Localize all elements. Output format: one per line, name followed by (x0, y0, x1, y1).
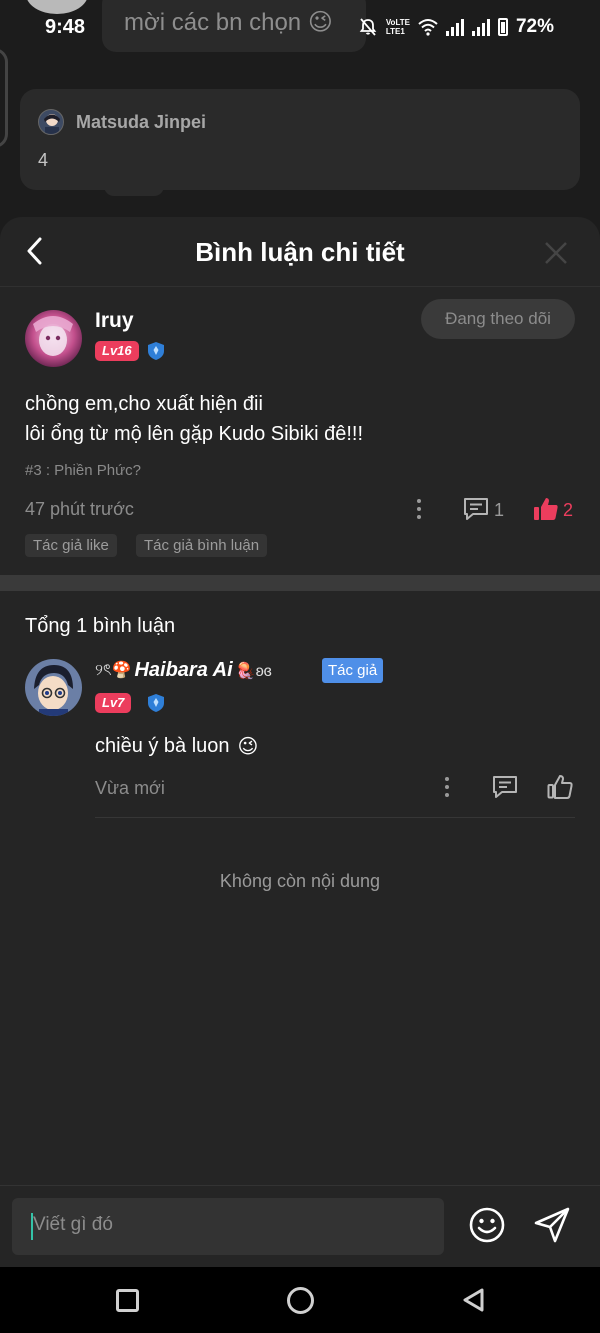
reply-total: Tổng 1 bình luận (25, 615, 176, 637)
close-icon[interactable] (544, 241, 568, 265)
reply-username[interactable]: ୨ৎ🍄 Haibara Ai 🪼ʚɞ (95, 657, 272, 684)
volte-label: VoLTE (385, 18, 410, 27)
system-nav-bar (0, 1267, 600, 1333)
wifi-icon (418, 19, 438, 36)
status-time: 9:48 (45, 16, 86, 38)
author-commented-chip: Tác giả bình luận (136, 534, 268, 557)
send-icon[interactable] (533, 1206, 571, 1244)
comment-text-line: chồng em,cho xuất hiện đii (25, 393, 263, 415)
network-label: LTE1 (385, 27, 405, 36)
like-icon[interactable] (533, 496, 559, 522)
comment-input[interactable]: Viết gì đó (12, 1198, 444, 1255)
chat-card-author: Matsuda Jinpei (76, 112, 207, 132)
end-of-list-label: Không còn nội dung (219, 871, 381, 891)
reply-username-text: Haibara Ai (134, 659, 233, 681)
avatar (38, 109, 64, 135)
like-count: 2 (563, 500, 574, 520)
avatar[interactable] (25, 310, 82, 367)
comment-input-bar: Viết gì đó (0, 1185, 600, 1267)
battery-level: 72% (515, 16, 554, 37)
battery-icon (497, 18, 508, 36)
status-bar: 9:48 VoLTE LTE1 72% (0, 0, 600, 56)
level-badge: Lv16 (95, 341, 139, 361)
more-icon[interactable] (415, 499, 423, 521)
frame-decoration (0, 48, 8, 148)
reply-text-content: chiều ý bà luon (95, 735, 230, 757)
comment-text: chồng em,cho xuất hiện đii lôi ổng từ mộ… (25, 389, 363, 449)
comment-time: 47 phút trước (25, 499, 134, 519)
nav-back-icon[interactable] (461, 1287, 487, 1313)
comment-input-placeholder: Viết gì đó (33, 1214, 113, 1235)
signal-icon (445, 18, 464, 36)
comment-detail-sheet: Bình luận chi tiết Iruy Lv16 Đang theo d… (0, 217, 600, 1267)
author-badge: Tác giả (322, 658, 384, 683)
home-icon[interactable] (287, 1287, 314, 1314)
shield-icon (148, 342, 164, 360)
comment-username[interactable]: Iruy (95, 309, 134, 333)
chat-card: Matsuda Jinpei 4 (20, 89, 580, 190)
avatar[interactable] (25, 659, 82, 716)
author-liked-chip: Tác giả like (25, 534, 117, 557)
volte-indicator: VoLTE LTE1 (386, 18, 410, 36)
name-decoration: ୨ৎ🍄 (95, 662, 132, 679)
chapter-tag[interactable]: #3 : Phiền Phức? (25, 462, 141, 479)
more-icon[interactable] (443, 777, 451, 799)
emoji-icon[interactable] (468, 1206, 506, 1244)
reply-text: chiều ý bà luon 😉 (95, 734, 258, 759)
comment-text-line: lôi ổng từ mộ lên gặp Kudo Sibiki đê!!! (25, 423, 364, 445)
page-title: Bình luận chi tiết (195, 237, 405, 267)
sheet-header: Bình luận chi tiết (0, 217, 600, 287)
reply-time: Vừa mới (95, 778, 165, 798)
emoji: 😉 (237, 736, 259, 758)
mute-icon (359, 18, 377, 36)
chat-card-tail (104, 180, 164, 196)
reply-icon[interactable] (463, 497, 489, 521)
like-icon[interactable] (547, 774, 573, 800)
name-decoration: 🪼ʚɞ (235, 662, 272, 680)
shield-icon (148, 694, 164, 712)
reply-count: 1 (494, 500, 505, 520)
section-divider (0, 575, 600, 591)
reply-icon[interactable] (492, 775, 518, 799)
reply-divider (95, 817, 575, 818)
follow-button[interactable]: Đang theo dõi (421, 299, 575, 339)
chat-card-message: 4 (38, 150, 49, 170)
signal-icon (471, 18, 490, 36)
recent-apps-icon[interactable] (116, 1289, 139, 1312)
level-badge: Lv7 (95, 693, 132, 713)
